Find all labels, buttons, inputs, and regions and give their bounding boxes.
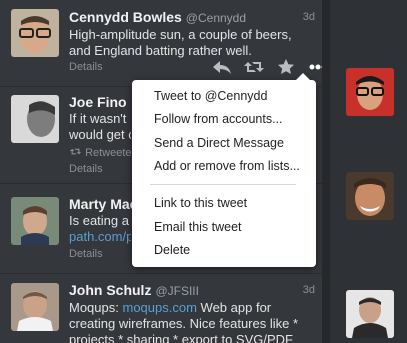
tweet-text-line: If it wasn't — [69, 111, 127, 126]
retweeted-indicator: Retweete — [69, 147, 132, 159]
tweet-text: Web app for — [200, 300, 272, 315]
menu-item-send-direct-message[interactable]: Send a Direct Message — [154, 136, 284, 150]
author-handle[interactable]: @JFSIII — [155, 284, 199, 298]
tweet-item[interactable]: Cennydd Bowles @Cennydd 3d High-amplitude… — [0, 0, 327, 87]
tweet-author[interactable]: John Schulz @JFSIII — [69, 282, 199, 298]
tweet-text-line: and England batting rather well. — [69, 43, 252, 58]
avatar[interactable] — [346, 172, 394, 220]
retweeted-label[interactable]: Retweete — [85, 147, 131, 159]
tweet-timestamp[interactable]: 3d — [303, 284, 315, 296]
author-name[interactable]: Joe Fino — [69, 94, 127, 110]
menu-item-email-tweet[interactable]: Email this tweet — [154, 220, 242, 234]
tweet-actions — [212, 59, 328, 75]
tweet-text-line: High-amplitude sun, a couple of beers, — [69, 27, 292, 42]
tweet-item[interactable]: John Schulz @JFSIII 3d Moqups: moqups.com… — [0, 275, 322, 343]
tweet-more-menu: Tweet to @Cennydd Follow from accounts..… — [132, 73, 316, 267]
menu-item-link-to-tweet[interactable]: Link to this tweet — [154, 196, 247, 210]
menu-item-follow-from-accounts[interactable]: Follow from accounts... — [154, 112, 283, 126]
menu-divider — [150, 184, 296, 185]
tweet-link[interactable]: moqups.com — [123, 300, 197, 315]
column-divider — [322, 0, 330, 343]
avatar[interactable] — [11, 95, 59, 143]
tweet-text: Moqups: — [69, 300, 119, 315]
tweet-stream: Cennydd Bowles @Cennydd 3d High-amplitude… — [0, 0, 327, 343]
tweet-text-line: creating wireframes. Nice features like … — [69, 316, 299, 331]
retweet-small-icon — [69, 147, 85, 159]
avatar[interactable] — [11, 9, 59, 57]
avatar[interactable] — [11, 197, 59, 245]
reply-icon[interactable] — [212, 59, 232, 75]
author-name[interactable]: Cennydd Bowles — [69, 9, 182, 25]
tweet-timestamp[interactable]: 3d — [303, 11, 315, 23]
author-handle[interactable]: @Cennydd — [186, 11, 246, 25]
avatar[interactable] — [346, 68, 394, 116]
details-link[interactable]: Details — [69, 163, 103, 175]
tweet-link[interactable]: path.com/p — [69, 229, 131, 245]
author-name[interactable]: Marty Mac — [69, 196, 137, 212]
tweet-author[interactable]: Cennydd Bowles @Cennydd — [69, 9, 246, 25]
menu-caret — [296, 73, 310, 80]
avatar[interactable] — [11, 283, 59, 331]
favorite-icon[interactable] — [276, 59, 296, 75]
tweet-text-line: projects * sharing * export to SVG/PDF — [69, 332, 293, 343]
retweet-icon[interactable] — [244, 59, 264, 75]
details-link[interactable]: Details — [69, 61, 103, 73]
tweet-text-line: Is eating a — [69, 213, 129, 228]
author-name[interactable]: John Schulz — [69, 282, 151, 298]
tweet-text-line: Moqups: moqups.com Web app for — [69, 300, 314, 316]
tweet-text-line: would get c — [69, 127, 131, 142]
menu-item-add-remove-lists[interactable]: Add or remove from lists... — [154, 159, 300, 173]
avatar[interactable] — [346, 290, 394, 338]
menu-item-delete[interactable]: Delete — [154, 243, 190, 257]
details-link[interactable]: Details — [69, 248, 103, 260]
menu-item-tweet-to[interactable]: Tweet to @Cennydd — [154, 89, 267, 103]
